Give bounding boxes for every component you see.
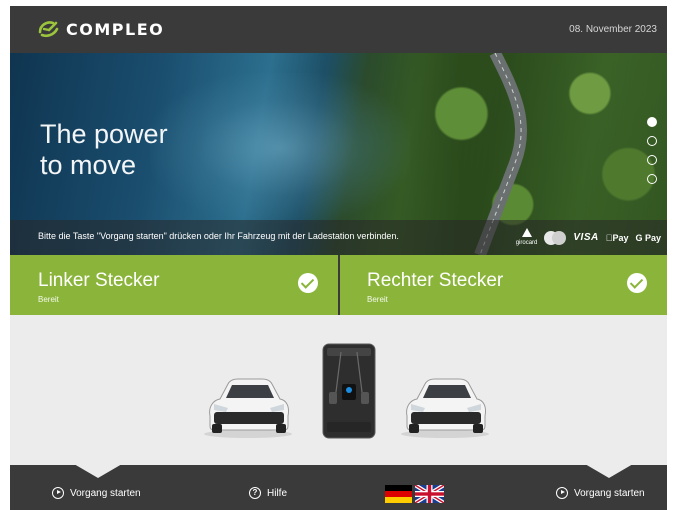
compleo-logo-icon <box>38 21 59 38</box>
current-date: 08. November 2023 <box>569 24 657 35</box>
car-left-icon <box>204 378 292 438</box>
girocard-symbol <box>521 228 532 237</box>
brand-name: COMPLEO <box>66 19 165 39</box>
mastercard-icon <box>544 230 567 245</box>
connector-right-status: Bereit <box>367 295 388 304</box>
connector-divider <box>338 255 340 315</box>
uk-flag-icon[interactable] <box>415 485 444 503</box>
instruction-bar: Bitte die Taste "Vorgang starten" drücke… <box>10 220 667 255</box>
google-pay-icon: G Pay <box>635 232 661 243</box>
language-selector <box>385 485 444 503</box>
play-icon <box>556 487 568 499</box>
tagline-line-1: The power <box>40 119 168 149</box>
connector-left-title: Linker Stecker <box>38 270 160 291</box>
tagline-line-2: to move <box>40 150 137 180</box>
connector-left[interactable]: Linker Stecker Bereit <box>10 255 338 315</box>
footer-bar: Vorgang starten ? Hilfe Vorgang starten <box>10 464 667 510</box>
carousel-dot[interactable] <box>647 136 657 146</box>
hero-tagline: The power to move <box>40 119 168 181</box>
instruction-text: Bitte die Taste "Vorgang starten" drücke… <box>38 231 399 241</box>
german-flag-icon[interactable] <box>385 485 412 503</box>
help-icon: ? <box>249 487 261 499</box>
connector-left-status: Bereit <box>38 295 59 304</box>
notch-left <box>74 464 122 478</box>
car-right-icon <box>401 378 489 438</box>
apple-pay-icon: Pay <box>606 233 629 243</box>
carousel-dot[interactable] <box>647 155 657 165</box>
girocard-label: girocard <box>515 240 538 246</box>
connector-right-title: Rechter Stecker <box>367 270 504 291</box>
charging-station-icon <box>322 343 376 439</box>
start-session-right-button[interactable]: Vorgang starten <box>556 487 645 499</box>
start-right-label: Vorgang starten <box>574 487 645 499</box>
payment-methods: girocard VISA Pay G Pay <box>516 228 661 247</box>
carousel-indicator <box>647 117 657 184</box>
help-label: Hilfe <box>267 487 288 499</box>
start-session-left-button[interactable]: Vorgang starten <box>52 487 141 499</box>
help-button[interactable]: ? Hilfe <box>249 487 287 499</box>
header-bar: COMPLEO 08. November 2023 <box>10 6 667 53</box>
check-icon <box>627 273 647 293</box>
apple-pay-label: Pay <box>612 232 629 243</box>
girocard-icon: girocard <box>515 228 538 247</box>
connector-right[interactable]: Rechter Stecker Bereit <box>339 255 667 315</box>
carousel-dot[interactable] <box>647 117 657 127</box>
visa-icon: VISA <box>573 232 599 243</box>
check-icon <box>298 273 318 293</box>
play-icon <box>52 487 64 499</box>
kiosk-screen: COMPLEO 08. November 2023 The power to m… <box>10 6 667 510</box>
carousel-dot[interactable] <box>647 174 657 184</box>
notch-right <box>585 464 633 478</box>
charging-stage <box>10 315 667 465</box>
hero-banner: The power to move Bitte die Taste "Vorga… <box>10 53 667 255</box>
uk-flag-graphic <box>415 485 444 503</box>
start-left-label: Vorgang starten <box>70 487 141 499</box>
brand-logo: COMPLEO <box>36 18 164 40</box>
